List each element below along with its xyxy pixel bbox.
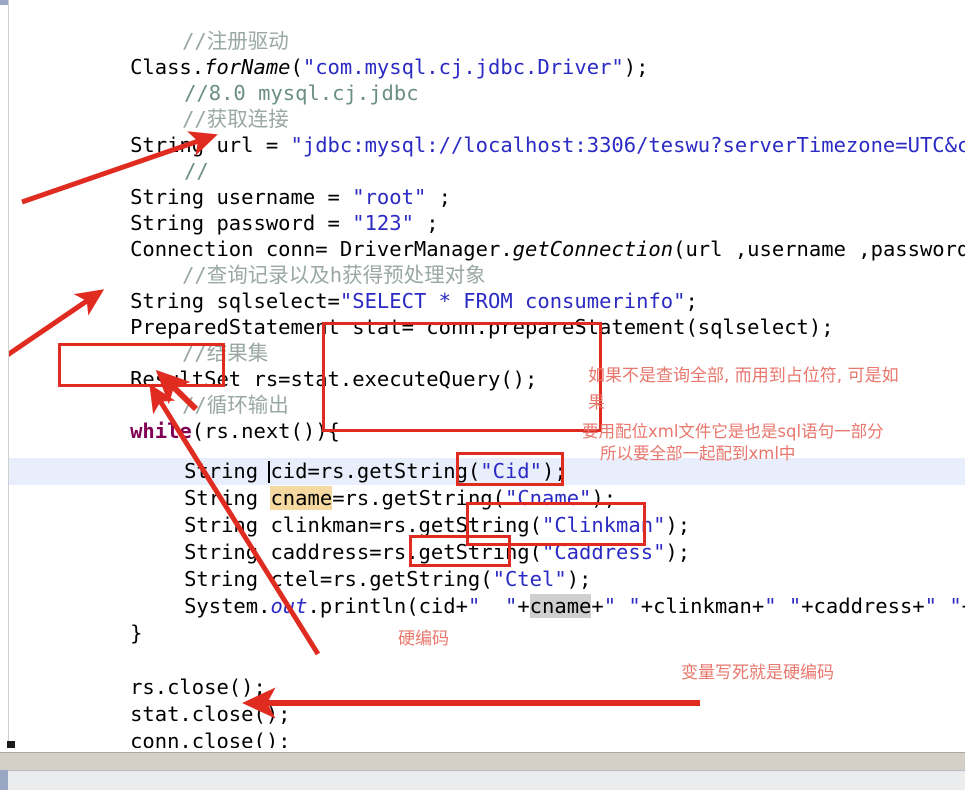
annotation-note-xml-line2: 所以要全部一起配到xml中	[600, 444, 796, 463]
code-token: );	[623, 55, 649, 79]
code-line-8[interactable]: String password = "123" ;	[56, 184, 439, 235]
string-sep-4: " "	[924, 594, 962, 618]
code-line-22[interactable]: System.out.println(cid+" "+cname+" "+cli…	[110, 567, 965, 618]
code-line-9[interactable]: Connection conn= DriverManager.getConnec…	[56, 210, 965, 261]
code-token: );	[665, 540, 691, 564]
occurrence-cname-print: cname	[529, 594, 592, 618]
code-line-13[interactable]: //结果集	[108, 314, 268, 365]
horizontal-scrollbar-track[interactable]	[0, 752, 965, 770]
code-token: +caddress+	[801, 594, 925, 618]
annotation-box-ctel	[409, 535, 511, 567]
code-line-3[interactable]: //8.0 mysql.cj.jdbc	[110, 54, 419, 105]
status-bar-accent	[0, 770, 8, 790]
code-line-11[interactable]: String sqlselect="SELECT * FROM consumer…	[56, 262, 698, 313]
code-line-12[interactable]: PreparedStatement stat= conn.prepareStat…	[56, 288, 834, 339]
code-token: }	[130, 621, 143, 645]
code-token-method: getConnection	[512, 237, 674, 261]
code-line-4[interactable]: //获取连接	[108, 80, 289, 131]
code-line-1[interactable]: //注册驱动	[108, 2, 289, 53]
code-token-out: out	[270, 594, 308, 618]
status-bar	[0, 770, 965, 790]
annotation-note-hardcode-short: 硬编码	[398, 629, 449, 649]
string-sep-3: " "	[764, 594, 802, 618]
annotation-note-hardcode-long: 变量写死就是硬编码	[681, 663, 834, 683]
annotation-note-placeholder-line2: 果	[588, 393, 605, 413]
code-area[interactable]: //注册驱动 Class.forName("com.mysql.cj.jdbc.…	[0, 0, 965, 753]
code-line-25[interactable]: rs.close();	[56, 648, 266, 699]
editor-gutter	[0, 0, 9, 752]
code-line-7[interactable]: String username = "root" ;	[56, 158, 451, 209]
annotation-note-xml-line1: 要用配位xml文件它是也是sql语句一部分	[582, 422, 884, 441]
code-editor-screenshot: //注册驱动 Class.forName("com.mysql.cj.jdbc.…	[0, 0, 965, 790]
code-line-2[interactable]: Class.forName("com.mysql.cj.jdbc.Driver"…	[56, 28, 648, 79]
code-token: .println(cid+	[307, 594, 468, 618]
code-line-23[interactable]: }	[56, 594, 142, 645]
code-token: System.	[184, 594, 271, 618]
code-line-16[interactable]: while(rs.next()){	[56, 392, 340, 443]
annotation-box-executequery	[322, 322, 602, 432]
string-jdbc-url: "jdbc:mysql://localhost:3306/teswu?serve…	[290, 133, 965, 157]
code-token: +clinkman+	[640, 594, 765, 618]
annotation-note-placeholder-line1: 如果不是查询全部, 而用到占位符, 可是如	[588, 366, 899, 386]
code-line-26[interactable]: stat.close();	[56, 675, 290, 726]
gutter-top-cap	[0, 0, 8, 5]
code-token: (url ,username ,password )	[673, 237, 965, 261]
code-line-6[interactable]: //	[110, 132, 209, 183]
string-sep-1: " "	[467, 594, 518, 618]
annotation-box-cname	[456, 452, 564, 486]
code-line-27[interactable]: conn.close();	[56, 702, 290, 753]
code-line-5[interactable]: String url = "jdbc:mysql://localhost:330…	[56, 106, 965, 157]
annotation-box-resultset	[58, 343, 225, 387]
code-token: +	[517, 594, 530, 618]
code-token: +	[591, 594, 604, 618]
string-sep-2: " "	[603, 594, 641, 618]
text-caret	[268, 461, 270, 483]
code-line-10[interactable]: //查询记录以及h获得预处理对象	[108, 236, 486, 287]
